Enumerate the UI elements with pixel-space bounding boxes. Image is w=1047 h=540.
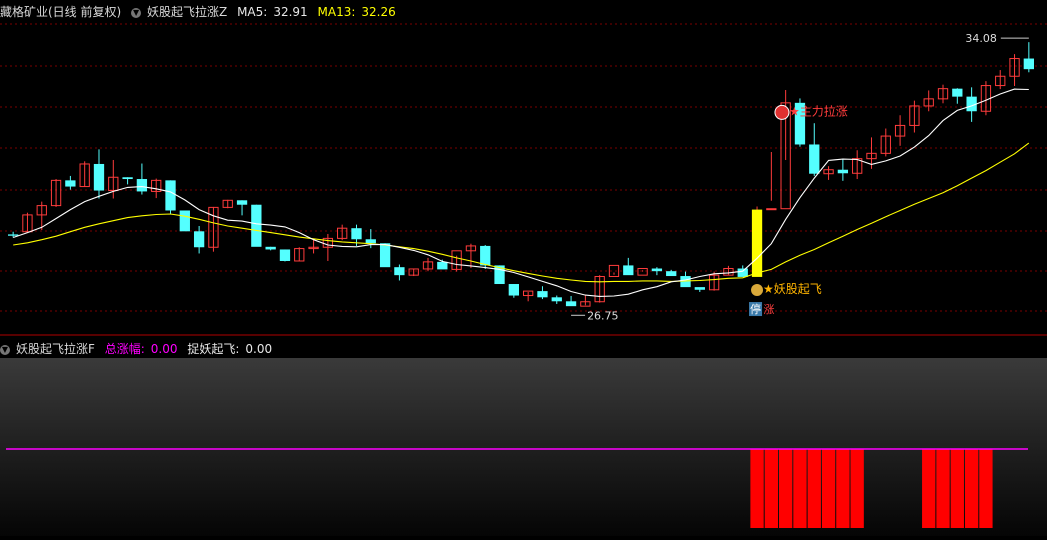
candle-body (394, 267, 405, 276)
signal-bar (750, 449, 764, 528)
candle-body (437, 261, 448, 270)
launch-candle (751, 209, 763, 277)
money-bag-icon (751, 284, 764, 297)
signal-bar (779, 449, 793, 528)
ma13-line (13, 142, 1030, 283)
bottom-header: ▼ 妖股起飞拉涨F 总涨幅: 0.00 捉妖起飞: 0.00 (0, 339, 1047, 359)
stock-name[interactable]: 藏格矿业(日线 前复权) (0, 5, 121, 19)
candle-body (837, 169, 849, 174)
candle-body (623, 265, 634, 276)
candle-body (8, 234, 19, 236)
indicator-name-bottom[interactable]: 妖股起飞拉涨F (16, 342, 95, 356)
candle-body (551, 297, 562, 302)
ma5-label: MA5: (237, 5, 268, 19)
candle-body (809, 144, 820, 174)
ma5-value: 32.91 (273, 5, 308, 19)
candle-body (508, 284, 519, 296)
candle-body (666, 271, 677, 277)
candles (8, 42, 1034, 307)
candle-body (365, 239, 376, 244)
rally-signal-icon (774, 104, 790, 120)
candle-body (651, 268, 663, 272)
ma13-label: MA13: (317, 5, 356, 19)
signal-bar (922, 449, 936, 528)
signal-bar (936, 449, 950, 528)
candle-body (279, 249, 291, 261)
high-label: 34.08 (965, 32, 997, 45)
ma13-value: 32.26 (361, 5, 396, 19)
signal-bar (764, 449, 778, 528)
candle-body (122, 177, 133, 180)
limit-badge-left-text: 停 (750, 302, 761, 316)
signal-bar (836, 449, 850, 528)
candle-body (1023, 58, 1034, 70)
signal-bar (821, 449, 836, 528)
candle-body (565, 301, 577, 307)
signal-bar (964, 449, 979, 528)
total-gain-label: 总涨幅: (104, 342, 145, 356)
candle-body (93, 163, 105, 191)
signal-bar (979, 449, 993, 528)
candle-body (193, 231, 205, 248)
candle-body (236, 200, 248, 205)
candle-body (737, 268, 748, 277)
candle-body (351, 228, 362, 240)
candle-body (952, 88, 963, 97)
signal-launch-label: ★妖股起飞 (763, 282, 822, 296)
signal-bar (807, 449, 821, 528)
candlestick-chart[interactable]: 34.08 26.75 ★妖股起飞停 涨 ★主力拉涨 (0, 0, 1047, 536)
low-label: 26.75 (587, 309, 619, 322)
candle-body (65, 180, 76, 187)
price-grid (0, 23, 1047, 312)
candle-body (379, 243, 391, 268)
signal-bar (850, 449, 864, 528)
candle-body (680, 276, 691, 288)
chevron-down-icon[interactable]: ▼ (0, 344, 10, 355)
candle-body (251, 204, 262, 247)
limit-badge-right-text: 涨 (764, 303, 775, 316)
catch-label: 捉妖起飞: (187, 342, 240, 356)
signal-rally-label: ★主力拉涨 (789, 103, 848, 118)
candle-body (265, 246, 276, 250)
signal-bar (793, 449, 807, 528)
candle-body (179, 210, 190, 232)
total-gain-value: 0.00 (150, 342, 178, 356)
signal-bar (950, 449, 964, 528)
candle-body (480, 245, 491, 266)
candle-body (537, 291, 548, 298)
candle-body (694, 287, 705, 290)
signal-pane-background (0, 358, 1047, 536)
catch-value: 0.00 (245, 342, 273, 356)
indicator-name-top[interactable]: 妖股起飞拉涨Z (147, 5, 227, 19)
chart-stage[interactable]: 34.08 26.75 ★妖股起飞停涨 ★主力拉涨 (0, 0, 1047, 536)
chevron-down-icon[interactable]: ▼ (131, 7, 142, 18)
candle-body (766, 208, 777, 211)
top-header: 藏格矿业(日线 前复权) ▼ 妖股起飞拉涨Z MA5: 32.91 MA13: 32.… (0, 2, 1047, 22)
candle-body (165, 180, 176, 211)
candle-body (136, 179, 148, 192)
candle-body (637, 268, 648, 276)
